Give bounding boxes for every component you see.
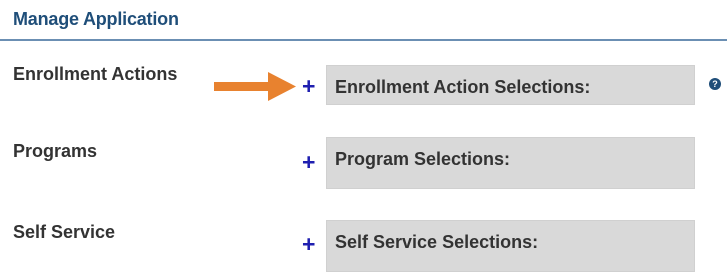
programs-label: Programs [13, 141, 98, 161]
enrollment-action-selections-box[interactable]: Enrollment Action Selections: [326, 65, 695, 105]
self-service-selections-box[interactable]: Self Service Selections: [326, 220, 695, 272]
add-enrollment-action-button[interactable]: + [302, 75, 315, 98]
enrollment-action-selections-label: Enrollment Action Selections: [335, 77, 591, 97]
question-circle-icon[interactable]: ? [709, 78, 721, 90]
self-service-label: Self Service [13, 222, 116, 242]
program-selections-label: Program Selections: [335, 149, 511, 169]
add-self-service-button[interactable]: + [302, 233, 315, 256]
page-title: Manage Application [13, 9, 179, 29]
pointer-arrow-icon [214, 72, 296, 101]
header-divider [0, 39, 727, 41]
program-selections-box[interactable]: Program Selections: [326, 137, 695, 189]
add-program-button[interactable]: + [302, 151, 315, 174]
enrollment-actions-label: Enrollment Actions [13, 64, 178, 84]
self-service-selections-label: Self Service Selections: [335, 232, 539, 252]
